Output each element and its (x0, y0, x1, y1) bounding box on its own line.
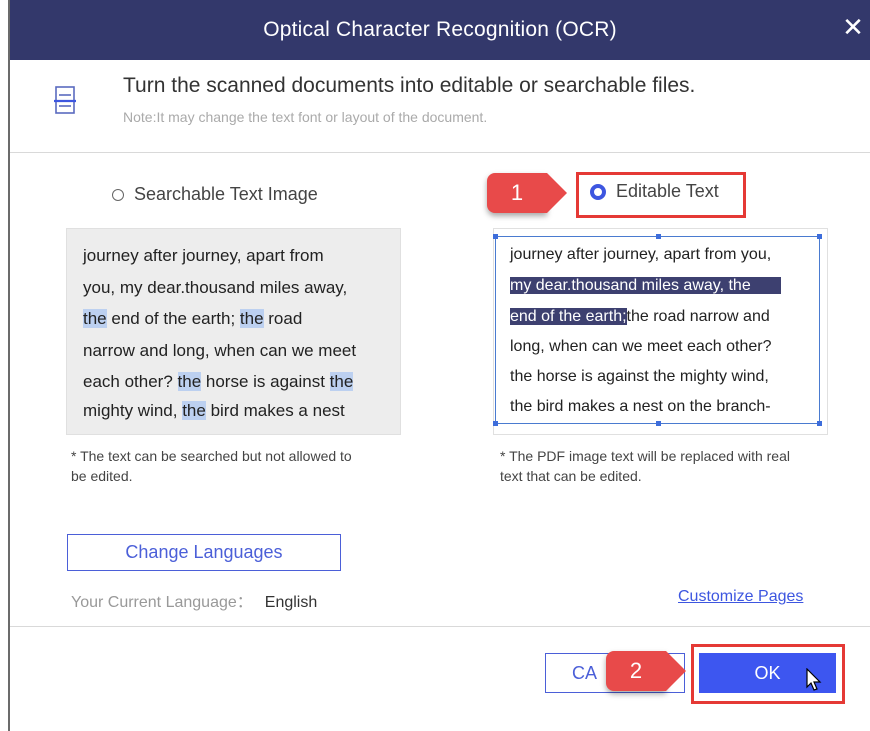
preview-line: the bird makes a nest on the branch- (510, 398, 771, 415)
dialog-title: Optical Character Recognition (OCR) (263, 18, 617, 41)
resize-handle[interactable] (817, 421, 822, 426)
resize-handle[interactable] (493, 234, 498, 239)
resize-handle[interactable] (493, 421, 498, 426)
preview-line: end of the earth;the road narrow and (510, 308, 770, 325)
radio-editable-text[interactable]: Editable Text (584, 181, 725, 202)
radio-searchable-text-image[interactable]: Searchable Text Image (112, 184, 318, 205)
editable-footnote: * The PDF image text will be replaced wi… (500, 448, 790, 484)
step-2-callout: 2 (606, 651, 686, 691)
current-language-label: Your Current Language： (71, 594, 253, 611)
preview-line: journey after journey, apart from (83, 246, 324, 265)
current-language-value: English (264, 594, 318, 611)
preview-line: you, my dear.thousand miles away, (83, 278, 348, 297)
mouse-cursor-icon (806, 668, 822, 691)
radio-unselected-icon[interactable] (112, 188, 124, 201)
radio-searchable-label: Searchable Text Image (134, 184, 318, 204)
current-language-row: Your Current Language： English (71, 588, 317, 612)
resize-handle[interactable] (817, 234, 822, 239)
dialog-note: Note:It may change the text font or layo… (123, 109, 488, 125)
preview-line: the horse is against the mighty wind, (510, 368, 769, 385)
radio-selected-icon[interactable] (590, 183, 606, 200)
preview-line: the end of the earth; the road (83, 309, 303, 328)
document-icon (54, 86, 76, 114)
editable-preview: journey after journey, apart from you, m… (493, 234, 822, 426)
searchable-footnote: * The text can be searched but not allow… (71, 448, 352, 484)
resize-handle[interactable] (656, 421, 661, 426)
preview-line: mighty wind, the bird makes a nest (83, 401, 345, 420)
resize-handle[interactable] (656, 234, 661, 239)
dialog-header: Turn the scanned documents into editable… (10, 60, 870, 153)
window-left-edge (0, 0, 10, 731)
footer-divider (10, 626, 870, 627)
preview-line: narrow and long, when can we meet (83, 341, 357, 360)
preview-line: long, when can we meet each other? (510, 338, 772, 355)
radio-editable-label: Editable Text (616, 181, 719, 201)
dialog-heading: Turn the scanned documents into editable… (123, 74, 696, 97)
step-1-callout: 1 (487, 173, 567, 213)
preview-line: my dear.thousand miles away, the (510, 277, 781, 295)
change-languages-button[interactable]: Change Languages (67, 534, 341, 571)
customize-pages-link[interactable]: Customize Pages (678, 588, 803, 606)
preview-line: each other? the horse is against the (83, 372, 354, 391)
dialog-titlebar: Optical Character Recognition (OCR) ✕ (10, 0, 870, 60)
close-icon[interactable]: ✕ (842, 14, 864, 40)
searchable-preview: journey after journey, apart from you, m… (66, 228, 401, 435)
preview-line: journey after journey, apart from you, (510, 246, 772, 263)
